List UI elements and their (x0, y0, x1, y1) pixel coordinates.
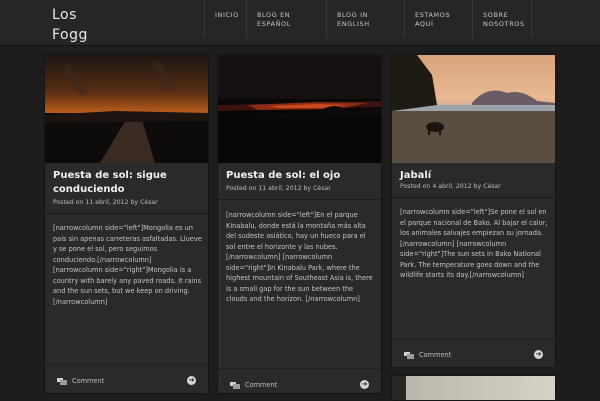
sunset-road-image[interactable] (45, 55, 208, 163)
nav-label[interactable]: SOBRE (483, 11, 531, 20)
post-title[interactable]: Puesta de sol: el ojo (226, 169, 376, 183)
arrow-right-circle-icon[interactable]: ➜ (187, 376, 196, 385)
post-footer: Comment ➜ (392, 338, 555, 371)
post-footer: Comment ➜ (218, 368, 381, 401)
divider (45, 213, 208, 214)
post-thumbnail[interactable] (392, 55, 555, 163)
post-thumbnail[interactable] (392, 376, 555, 400)
nav-label[interactable]: ENGLISH (337, 20, 404, 29)
comment-link[interactable]: Comment (245, 381, 277, 389)
site-header: Los Fogg INICIO BLOG EN ESPAÑOL BLOG IN … (0, 0, 600, 46)
logo-line-1[interactable]: Los (52, 5, 112, 25)
site-logo[interactable]: Los Fogg (52, 5, 112, 45)
comment-link[interactable]: Comment (419, 351, 451, 359)
nav-label[interactable]: INICIO (215, 11, 246, 20)
nav-item-estamos-aqui[interactable]: ESTAMOS AQUÍ (404, 0, 472, 38)
wild-boar-beach-image[interactable] (392, 55, 555, 163)
nav-label[interactable]: AQUÍ (415, 20, 472, 29)
divider (218, 199, 381, 200)
post-meta: Posted on 11 abril, 2012 by César (53, 199, 158, 206)
nav-label[interactable]: NOSOTROS (483, 20, 531, 29)
post-excerpt: [narrowcolumn side="left"]Se pone el sol… (400, 208, 548, 279)
post-meta: Posted on 4 abril, 2012 by César (400, 183, 501, 190)
divider (392, 197, 555, 198)
post-excerpt: [narrowcolumn side="left"]En el parque K… (226, 211, 373, 303)
post-thumbnail[interactable] (218, 55, 381, 163)
nav-label[interactable]: ESPAÑOL (257, 20, 326, 29)
arrow-right-circle-icon[interactable]: ➜ (360, 380, 369, 389)
comment-icon[interactable] (404, 352, 414, 359)
nav-label[interactable]: ESTAMOS (415, 11, 472, 20)
post-meta: Posted on 11 abril, 2012 by César (226, 185, 331, 192)
post-card: Puesta de sol: sigue conduciendo Posted … (45, 55, 208, 393)
nav-item-inicio[interactable]: INICIO (204, 0, 246, 38)
post-card: Puesta de sol: el ojo Posted on 11 abril… (218, 55, 381, 393)
post-card (392, 376, 555, 400)
logo-line-2[interactable]: Fogg (52, 25, 112, 45)
post-card: Jabalí Posted on 4 abril, 2012 by César … (392, 55, 555, 367)
nav-item-blog-espanol[interactable]: BLOG EN ESPAÑOL (246, 0, 326, 38)
post-excerpt: [narrowcolumn side="left"]Mongolia es un… (53, 224, 202, 306)
post-thumbnail[interactable] (45, 55, 208, 163)
nav-label[interactable]: BLOG EN (257, 11, 326, 20)
comment-icon[interactable] (230, 382, 240, 389)
comment-link[interactable]: Comment (72, 377, 104, 385)
arrow-right-circle-icon[interactable]: ➜ (534, 350, 543, 359)
nav-item-sobre-nosotros[interactable]: SOBRE NOSOTROS (472, 0, 532, 38)
post-title[interactable]: Jabalí (400, 169, 550, 183)
nav-item-blog-english[interactable]: BLOG IN ENGLISH (326, 0, 404, 38)
nav-label[interactable]: BLOG IN (337, 11, 404, 20)
post-title[interactable]: Puesta de sol: sigue conduciendo (53, 169, 203, 197)
post-footer: Comment ➜ (45, 364, 208, 397)
sunset-eye-image[interactable] (218, 55, 381, 163)
comment-icon[interactable] (57, 378, 67, 385)
